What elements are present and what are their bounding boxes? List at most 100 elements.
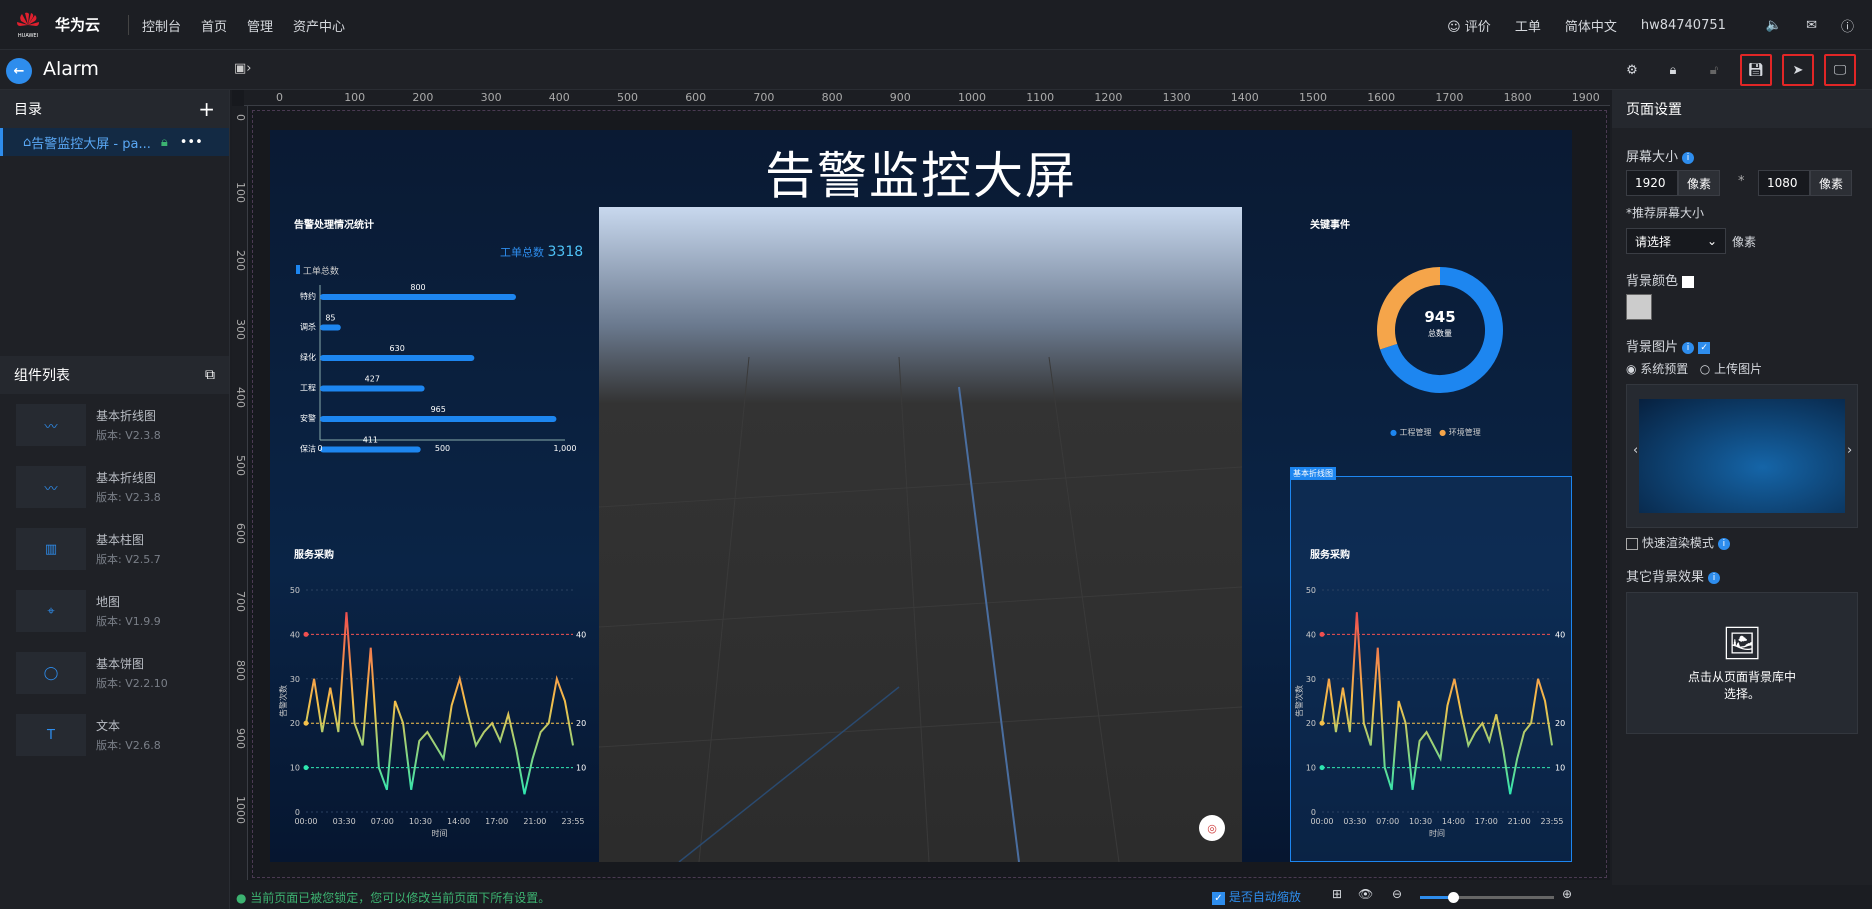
x-tick-label: 14:00 <box>1442 817 1465 826</box>
preview-button[interactable]: 🖵︎ <box>1824 54 1856 86</box>
bg-library-picker[interactable]: 🖼︎ 点击从页面背景库中选择。 <box>1626 592 1858 734</box>
mail-icon[interactable]: ✉ <box>1806 18 1817 33</box>
upload-radio[interactable]: ○ 上传图片 <box>1700 362 1762 376</box>
publish-button[interactable]: ➤ <box>1782 54 1814 86</box>
page-title: Alarm <box>43 58 99 80</box>
ruler-tick: 200 <box>234 250 247 272</box>
gear-icon[interactable]: ⚙ <box>1616 54 1648 86</box>
feedback-link[interactable]: ☺ 评价 <box>1447 16 1491 35</box>
screen-size-select[interactable]: 请选择 ⌄ <box>1626 228 1726 254</box>
x-axis-label: 时间 <box>432 828 448 838</box>
bg-preview-image[interactable] <box>1639 399 1845 513</box>
lock-icon[interactable]: 🔒︎ <box>1657 54 1689 86</box>
threshold-marker <box>1319 720 1325 726</box>
bar-category-label: 绿化 <box>300 352 316 362</box>
dashboard-title[interactable]: 告警监控大屏 <box>270 136 1572 208</box>
component-item[interactable]: T 文本 版本: V2.6.8 <box>0 704 229 766</box>
dashboard-stage[interactable]: 告警监控大屏 告警处理情况统计 工单总数 3318 工单总数 特约 800 调杀 85… <box>270 130 1572 862</box>
x-tick-label: 23:55 <box>1540 817 1563 826</box>
line-chart-2[interactable]: 0 10 20 30 40 50 00:00 03:30 07:00 10:30 14:00 17:0… <box>1294 560 1572 860</box>
eye-icon[interactable]: 👁︎ <box>1358 887 1373 901</box>
height-input[interactable]: 1080 <box>1758 170 1810 196</box>
nav-assets[interactable]: 资产中心 <box>293 16 345 35</box>
left-panel: 目录 + ⌂ 告警监控大屏 - pa... 🔒︎ ••• 组件列表 ⧉ 〰基本折… <box>0 90 230 909</box>
carousel-next-icon[interactable]: › <box>1847 443 1852 458</box>
bar-value-label: 965 <box>431 405 446 414</box>
bar-category-label: 安警 <box>300 413 316 423</box>
bar-category-label: 调杀 <box>300 322 316 332</box>
nav-manage[interactable]: 管理 <box>247 16 273 35</box>
zoom-slider[interactable] <box>1420 892 1554 903</box>
components-title: 组件列表 <box>14 368 70 384</box>
line-chart-icon: 〰 <box>16 466 86 508</box>
nav-console[interactable]: 控制台 <box>142 16 181 35</box>
bar <box>320 416 557 422</box>
speaker-icon[interactable]: 🔈 <box>1766 18 1782 33</box>
bar-value-label: 427 <box>365 375 380 384</box>
y-tick-label: 10 <box>290 764 300 773</box>
bg-color-picker[interactable] <box>1626 294 1652 320</box>
select-unit: 像素 <box>1732 235 1757 249</box>
zoom-slider-handle[interactable] <box>1448 892 1459 903</box>
bar-value-label: 411 <box>363 436 378 445</box>
ticket-link[interactable]: 工单 <box>1515 16 1541 35</box>
compass-icon[interactable]: ◎ <box>1199 815 1225 841</box>
ruler-tick: 400 <box>548 91 570 104</box>
bg-carousel: ‹ › <box>1626 384 1858 528</box>
component-lib-icon[interactable]: ⧉ <box>205 367 215 383</box>
huawei-logo[interactable]: HUAWEI <box>14 11 42 39</box>
status-bar: ● 当前页面已被您锁定，您可以修改当前页面下所有设置。 ✓ 是否自动缩放 ⊞ 👁… <box>232 885 1872 909</box>
fast-render-option[interactable]: 快速渲染模式 i <box>1626 534 1730 551</box>
components-header: 组件列表 ⧉ <box>0 356 229 394</box>
total-label: 工单总数 3318 <box>500 244 584 260</box>
add-icon[interactable]: + <box>198 97 215 121</box>
carousel-prev-icon[interactable]: ‹ <box>1633 443 1638 458</box>
zoom-out-icon[interactable]: ⊖ <box>1392 887 1402 901</box>
donut-label: 总数量 <box>1428 329 1452 338</box>
collapse-panel-icon[interactable]: ▣› <box>234 61 251 76</box>
auto-zoom-toggle[interactable]: ✓ 是否自动缩放 <box>1212 888 1301 905</box>
line-series <box>1321 612 1553 795</box>
bar-chart[interactable]: 特约 800 调杀 85 绿化 630 工程 427 安警 965 保洁 411 0 500 1,000 <box>280 275 590 460</box>
zoom-in-icon[interactable]: ⊕ <box>1562 887 1572 901</box>
component-version: 版本: V2.6.8 <box>96 739 161 752</box>
nav-home[interactable]: 首页 <box>201 16 227 35</box>
save-button[interactable]: 💾︎ <box>1740 54 1772 86</box>
language-select[interactable]: 简体中文 <box>1565 16 1617 35</box>
threshold-marker <box>1319 765 1325 771</box>
x-tick-label: 21:00 <box>523 817 546 826</box>
width-input[interactable]: 1920 <box>1626 170 1678 196</box>
component-name: 基本柱图 <box>96 533 145 547</box>
line-chart-icon: 〰 <box>16 404 86 446</box>
grid-icon[interactable]: ⊞ <box>1332 887 1342 901</box>
lock-notice: ● 当前页面已被您锁定，您可以修改当前页面下所有设置。 <box>236 891 551 905</box>
component-item[interactable]: 〰基本折线图 版本: V2.3.8 <box>0 394 229 456</box>
preset-radio[interactable]: ◉ 系统预置 <box>1626 362 1688 376</box>
component-item[interactable]: ◯ 基本饼图 版本: V2.2.10 <box>0 642 229 704</box>
brand-name[interactable]: 华为云 <box>55 14 100 35</box>
ruler-tick: 700 <box>234 591 247 613</box>
unlock-icon[interactable]: 🔓︎ <box>1698 54 1730 86</box>
component-item[interactable]: 〰基本折线图 版本: V2.3.8 <box>0 456 229 518</box>
ruler-tick: 1100 <box>1026 91 1055 104</box>
back-button[interactable]: ← <box>6 58 32 84</box>
page-settings-header: 页面设置 <box>1612 90 1872 128</box>
y-tick-label: 50 <box>1306 586 1316 595</box>
page-tree-item[interactable]: ⌂ 告警监控大屏 - pa... 🔒︎ ••• <box>0 128 229 156</box>
monitor-icon: 🖵︎ <box>1833 62 1847 78</box>
ruler-tick: 100 <box>234 182 247 204</box>
user-menu[interactable]: hw84740751 <box>1641 18 1726 33</box>
times-sign: * <box>1738 174 1745 189</box>
bar <box>320 324 341 331</box>
component-item[interactable]: ▥ 基本柱图 版本: V2.5.7 <box>0 518 229 580</box>
y-tick-label: 30 <box>290 675 300 684</box>
line-chart[interactable]: 0 10 20 30 40 50 00:00 03:30 07:00 10:30 14:00 17:0… <box>278 560 593 860</box>
city-map[interactable]: ◎ <box>599 207 1242 862</box>
line-chart-title: 服务采购 <box>294 550 334 561</box>
x-tick-label: 17:00 <box>1475 817 1498 826</box>
help-icon[interactable]: ⓘ <box>1841 16 1854 35</box>
checkbox-checked[interactable]: ✓ <box>1698 341 1711 354</box>
threshold-label: 40 <box>1555 630 1565 639</box>
component-item[interactable]: ⌖ 地图 版本: V1.9.9 <box>0 580 229 642</box>
more-icon[interactable]: ••• <box>180 135 203 150</box>
